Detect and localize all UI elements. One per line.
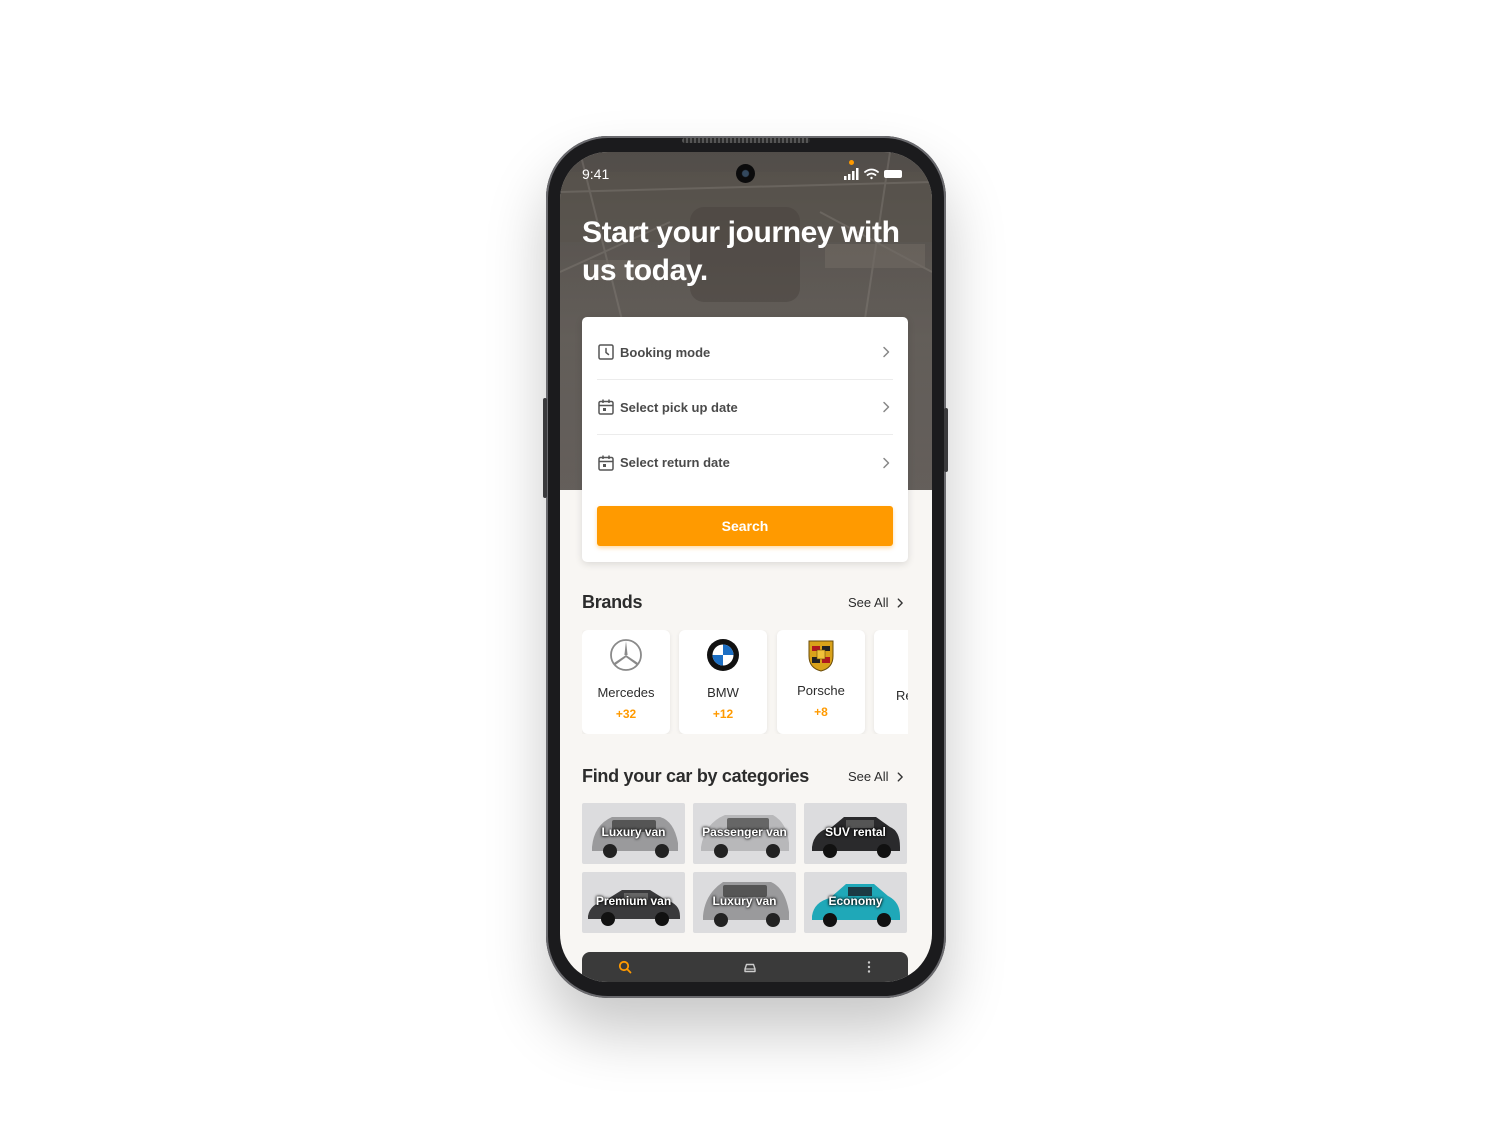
pickup-date-label: Select pick up date (620, 399, 738, 415)
brand-card-partial[interactable]: Re (874, 630, 908, 734)
car-icon[interactable] (743, 960, 757, 974)
search-icon[interactable] (618, 960, 632, 974)
pickup-date-row[interactable]: Select pick up date (597, 380, 893, 435)
porsche-logo-icon (808, 640, 834, 672)
volume-button (543, 398, 547, 498)
status-bar: 9:41 (560, 152, 932, 196)
category-tile[interactable]: Luxury van (693, 872, 796, 933)
clock-icon (598, 344, 614, 360)
brands-title: Brands (582, 592, 643, 612)
see-all-label: See All (848, 595, 889, 610)
brand-name: Porsche (797, 683, 845, 698)
chevron-right-icon (883, 401, 890, 413)
categories-title: Find your car by categories (582, 766, 809, 786)
booking-mode-label: Booking mode (620, 344, 711, 360)
brands-carousel[interactable]: Mercedes +32 BMW +12 Porsche +8 R (582, 630, 908, 734)
mercedes-logo-icon (610, 639, 642, 671)
status-icons (844, 168, 902, 180)
brand-name: Mercedes (597, 685, 655, 700)
calendar-icon (598, 399, 614, 415)
brands-see-all-link[interactable]: See All (848, 595, 906, 610)
brand-card-mercedes[interactable]: Mercedes +32 (582, 630, 670, 734)
return-date-label: Select return date (620, 455, 730, 470)
see-all-label: See All (848, 769, 889, 784)
wifi-icon (864, 168, 879, 180)
front-camera (736, 164, 755, 183)
phone-frame: 9:41 Start your journey with us today. B… (543, 136, 948, 998)
hero-headline: Start your journey with us today. (582, 216, 900, 287)
category-label: SUV rental (825, 825, 886, 839)
brand-count: +32 (615, 707, 637, 721)
signal-icon (844, 168, 859, 180)
booking-card: Booking mode Select pick up date Select … (582, 317, 908, 562)
power-button (944, 408, 948, 472)
categories-see-all-link[interactable]: See All (848, 769, 906, 784)
booking-mode-row[interactable]: Booking mode (597, 325, 893, 380)
category-label: Luxury van (712, 894, 777, 908)
return-date-row[interactable]: Select return date (597, 435, 893, 490)
brand-name: Re (896, 688, 908, 703)
category-tile[interactable]: Passenger van (693, 803, 796, 864)
speaker-grille (682, 138, 810, 143)
category-tile[interactable]: SUV rental (804, 803, 907, 864)
category-tile[interactable]: Economy (804, 872, 907, 933)
calendar-icon (598, 455, 614, 471)
chevron-right-icon (883, 346, 890, 358)
category-label: Economy (828, 894, 883, 908)
chevron-right-icon (898, 771, 904, 782)
brand-count: +8 (814, 705, 828, 719)
category-tile[interactable]: Luxury van (582, 803, 685, 864)
privacy-indicator-dot (849, 160, 854, 165)
chevron-right-icon (883, 457, 890, 468)
category-label: Premium van (595, 894, 672, 908)
app-screen: 9:41 Start your journey with us today. B… (560, 152, 932, 982)
bottom-navigation (582, 952, 908, 982)
bmw-logo-icon (707, 639, 739, 671)
more-vertical-icon[interactable] (862, 960, 876, 974)
brand-card-bmw[interactable]: BMW +12 (679, 630, 767, 734)
category-label: Passenger van (702, 825, 787, 839)
status-time: 9:41 (582, 166, 610, 182)
brand-name: BMW (707, 685, 739, 700)
category-tile[interactable]: Premium van (582, 872, 685, 933)
category-label: Luxury van (601, 825, 666, 839)
brand-card-porsche[interactable]: Porsche +8 (777, 630, 865, 734)
search-button[interactable]: Search (597, 506, 893, 546)
chevron-right-icon (898, 597, 904, 608)
battery-icon (884, 170, 902, 178)
brand-count: +12 (712, 707, 734, 721)
